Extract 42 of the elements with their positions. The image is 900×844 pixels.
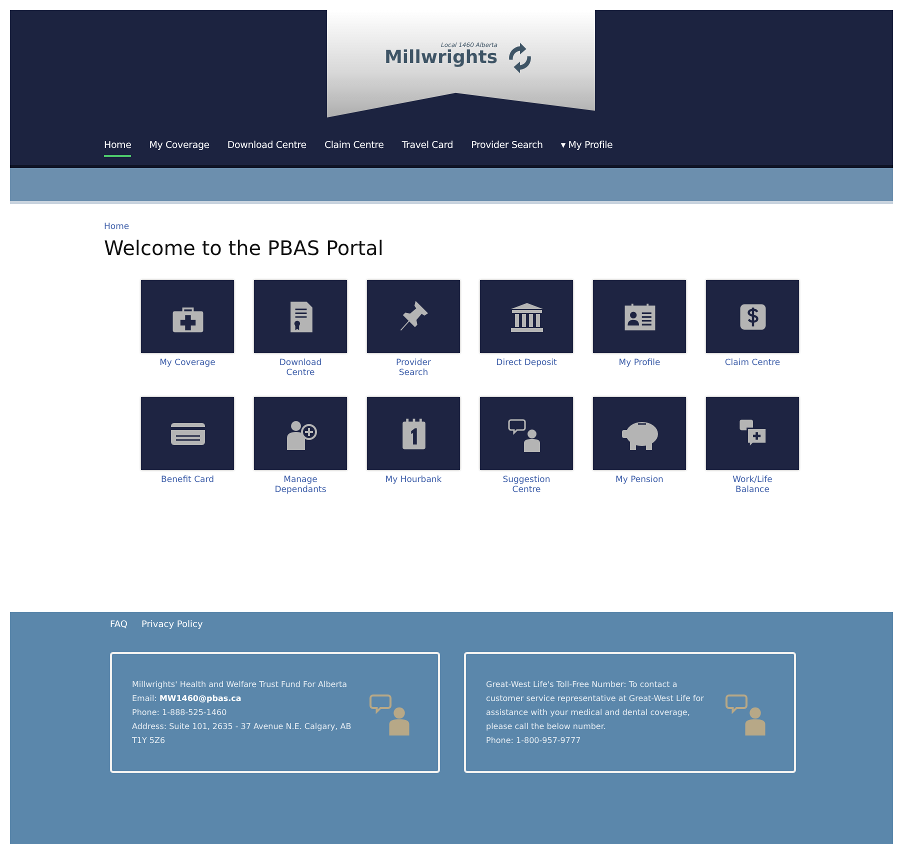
nav-link[interactable]: Claim Centre — [324, 140, 384, 157]
tile-button[interactable] — [593, 397, 686, 470]
tile-button[interactable] — [706, 397, 799, 470]
contact-text: Millwrights' Health and Welfare Trust Fund For Alberta — [132, 678, 348, 691]
nav-link[interactable]: Provider Search — [471, 140, 543, 157]
contact-text: Address: Suite 101, 2635 - 37 Avenue N.E. Calgary, AB T1Y 5Z6 — [132, 720, 352, 746]
contact-text: Email: MW1460@pbas.ca — [132, 692, 242, 705]
tile-label[interactable]: Benefit Card — [156, 476, 220, 486]
tile-label[interactable]: My Coverage — [156, 359, 220, 369]
footer-link[interactable]: Privacy Policy — [141, 620, 203, 630]
tile-label[interactable]: My Pension — [608, 476, 672, 486]
tile-button[interactable] — [141, 397, 234, 470]
tile-button[interactable] — [593, 280, 686, 353]
contact-text: Phone: 1-888-525-1460 — [132, 706, 228, 718]
tile-button[interactable] — [141, 280, 234, 353]
tile-button[interactable] — [367, 280, 460, 353]
nav-link[interactable]: Download Centre — [227, 140, 306, 157]
nav-link[interactable]: My Coverage — [149, 140, 210, 157]
tile-button[interactable] — [254, 280, 347, 353]
contact-text: Phone: 1-800-957-9777 — [486, 734, 582, 746]
tile-label[interactable]: My Hourbank — [382, 476, 446, 486]
logo-name: Millwrights — [384, 49, 498, 67]
nav-link[interactable]: ▾ My Profile — [560, 140, 613, 157]
tile-label[interactable]: Claim Centre — [720, 359, 784, 369]
tile-label[interactable]: Provider Search — [382, 359, 446, 379]
tile-button[interactable] — [367, 397, 460, 470]
tile-label[interactable]: Direct Deposit — [494, 359, 558, 369]
tile-label[interactable]: My Profile — [608, 359, 672, 369]
footer-link[interactable]: FAQ — [110, 620, 128, 630]
page-title: Welcome to the PBAS Portal — [104, 236, 384, 260]
tile-label[interactable]: Suggestion Centre — [494, 476, 558, 496]
tile-label[interactable]: Work/Life Balance — [720, 476, 784, 496]
tile-button[interactable] — [706, 280, 799, 353]
nav-link[interactable]: Home — [104, 140, 132, 157]
contact-text: Great-West Life's Toll-Free Number: To contact a customer service representative at Great-West Life for assistance with your medical and dental coverage, please call the below number. — [486, 678, 705, 733]
tile-label[interactable]: Manage Dependants — [268, 476, 332, 496]
tile-button[interactable] — [480, 280, 573, 353]
breadcrumb-link[interactable]: Home — [104, 222, 130, 232]
nav-link[interactable]: Travel Card — [402, 140, 454, 157]
tile-button[interactable] — [254, 397, 347, 470]
tile-button[interactable] — [480, 397, 573, 470]
tile-label[interactable]: Download Centre — [268, 359, 332, 379]
